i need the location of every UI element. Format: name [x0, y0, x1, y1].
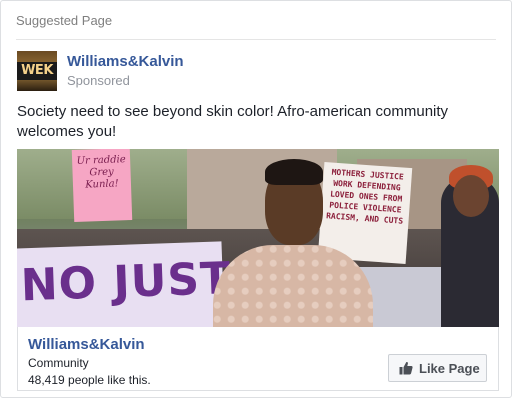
post-text: Society need to see beyond skin color! A…: [17, 103, 449, 140]
page-name-link[interactable]: Williams&Kalvin: [67, 53, 184, 70]
like-page-button[interactable]: Like Page: [388, 354, 487, 382]
photo-man-hair: [265, 159, 323, 185]
thumbs-up-icon: [399, 361, 413, 375]
pink-sign-text: Ur raddie Grey Kunla!: [76, 154, 126, 191]
photo-man-shirt: [213, 245, 373, 327]
suggested-page-card: Suggested Page WEK Williams&Kalvin Spons…: [0, 0, 512, 398]
card-header: Suggested Page: [16, 13, 496, 40]
white-sign-text: MOTHERS JUSTICE WORK DEFENDING LOVED ONE…: [325, 167, 405, 226]
page-logo[interactable]: WEK: [17, 51, 57, 91]
footer-page-name-link[interactable]: Williams&Kalvin: [28, 336, 145, 353]
sponsored-label: Sponsored: [67, 73, 130, 88]
logo-text: WEK: [21, 63, 53, 78]
page-footer: Williams&Kalvin Community 48,419 people …: [17, 327, 499, 391]
protest-banner: NO JUSTI: [17, 241, 249, 327]
page-like-count: 48,419 people like this.: [28, 373, 151, 387]
photo-person-right-head: [453, 175, 489, 217]
page-category: Community: [28, 356, 89, 370]
post-photo[interactable]: Ur raddie Grey Kunla! MOTHERS JUSTICE WO…: [17, 149, 499, 327]
protest-sign-pink: Ur raddie Grey Kunla!: [71, 149, 133, 222]
like-page-label: Like Page: [419, 361, 480, 376]
